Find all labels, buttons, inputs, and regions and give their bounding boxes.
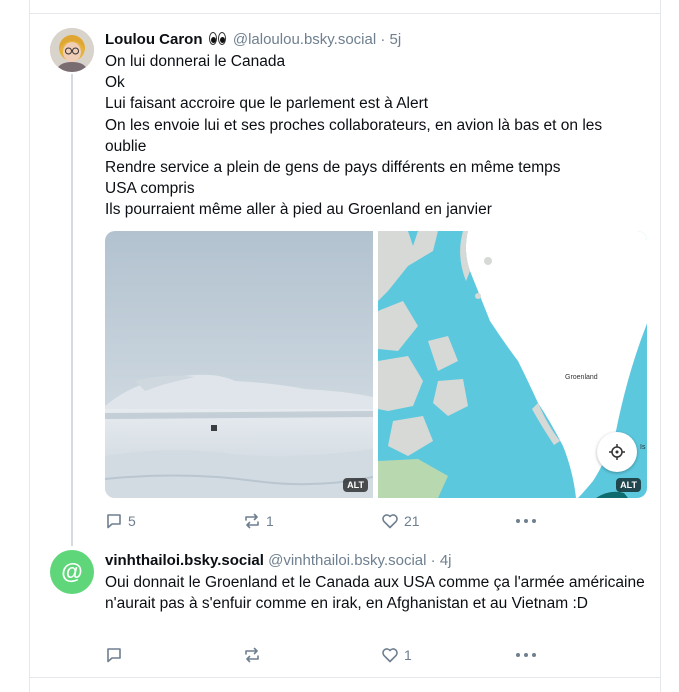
eyes-emoji-icon bbox=[208, 32, 227, 46]
post-vinhthailoi[interactable]: @ vinhthailoi.bsky.social @vinhthailoi.b… bbox=[30, 546, 660, 676]
alt-text-badge[interactable]: ALT bbox=[343, 478, 368, 492]
post-text-line: Ils pourraient même aller à pied au Groe… bbox=[105, 201, 492, 219]
more-icon bbox=[516, 519, 536, 523]
locate-button[interactable] bbox=[597, 432, 637, 472]
bottom-divider bbox=[30, 677, 660, 678]
author-handle[interactable]: @laloulou.bsky.social bbox=[233, 31, 376, 48]
post-text-line: On les envoie lui et ses proches collabo… bbox=[105, 116, 603, 155]
repost-count: 1 bbox=[266, 513, 274, 529]
post-text-line: Ok bbox=[105, 74, 125, 92]
post-time[interactable]: 4j bbox=[440, 552, 452, 569]
reply-icon bbox=[107, 514, 121, 529]
more-options-button[interactable] bbox=[515, 645, 537, 665]
like-count: 1 bbox=[404, 647, 412, 663]
reply-button[interactable] bbox=[105, 645, 128, 665]
like-button[interactable]: 21 bbox=[381, 511, 420, 531]
post-text-line: On lui donnerai le Canada bbox=[105, 53, 286, 70]
meta-separator: · bbox=[430, 552, 436, 569]
post-actions: 1 bbox=[105, 645, 545, 665]
post-time[interactable]: 5j bbox=[390, 31, 402, 48]
author-name[interactable]: vinhthailoi.bsky.social bbox=[105, 552, 264, 569]
post-text-line: Rendre service a plein de gens de pays d… bbox=[105, 159, 561, 177]
post-loulou-caron[interactable]: Loulou Caron @laloulou.bsky.social · 5j … bbox=[30, 14, 660, 544]
like-icon bbox=[382, 648, 398, 663]
post-text-line: USA compris bbox=[105, 180, 195, 198]
post-text: On lui donnerai le Canada Ok Lui faisant… bbox=[105, 51, 646, 221]
post-body: vinhthailoi.bsky.social @vinhthailoi.bsk… bbox=[105, 551, 646, 663]
reply-count: 5 bbox=[128, 513, 136, 529]
like-button[interactable]: 1 bbox=[381, 645, 412, 665]
repost-button[interactable] bbox=[243, 645, 266, 665]
avatar[interactable]: @ bbox=[50, 550, 94, 594]
map-label-greenland: Groenland bbox=[565, 374, 598, 381]
post-header: vinhthailoi.bsky.social @vinhthailoi.bsk… bbox=[105, 551, 646, 571]
alt-text-badge[interactable]: ALT bbox=[616, 478, 641, 492]
post-text-line: Lui faisant accroire que le parlement es… bbox=[105, 95, 429, 113]
feed-column: Loulou Caron @laloulou.bsky.social · 5j … bbox=[29, 0, 661, 692]
reply-icon bbox=[107, 648, 121, 663]
post-text: Oui donnait le Groenland et le Canada au… bbox=[105, 574, 645, 613]
avatar-photo bbox=[50, 28, 94, 72]
locate-icon bbox=[609, 444, 625, 460]
at-sign-icon: @ bbox=[61, 559, 83, 584]
post-actions: 5 1 21 bbox=[105, 511, 545, 531]
repost-button[interactable]: 1 bbox=[243, 511, 274, 531]
meta-separator: · bbox=[380, 31, 386, 48]
more-icon bbox=[516, 653, 536, 657]
author-handle[interactable]: @vinhthailoi.bsky.social bbox=[268, 552, 426, 569]
post-header: Loulou Caron @laloulou.bsky.social · 5j bbox=[105, 30, 646, 50]
avatar[interactable] bbox=[50, 28, 94, 72]
greenland-map-image[interactable]: Groenland Is ALT bbox=[378, 231, 647, 498]
repost-icon bbox=[245, 513, 259, 529]
like-count: 21 bbox=[404, 513, 420, 529]
more-options-button[interactable] bbox=[515, 511, 537, 531]
snowy-landscape-photo bbox=[105, 231, 374, 498]
image-gallery: ALT Groenland Is ALT bbox=[105, 231, 647, 498]
repost-icon bbox=[245, 647, 259, 663]
post-body: Loulou Caron @laloulou.bsky.social · 5j … bbox=[105, 30, 647, 529]
snowy-landscape-image[interactable]: ALT bbox=[105, 231, 374, 498]
reply-button[interactable]: 5 bbox=[105, 511, 136, 531]
like-icon bbox=[382, 514, 398, 529]
author-name[interactable]: Loulou Caron bbox=[105, 31, 203, 48]
map-label-edge: Is bbox=[640, 444, 646, 451]
